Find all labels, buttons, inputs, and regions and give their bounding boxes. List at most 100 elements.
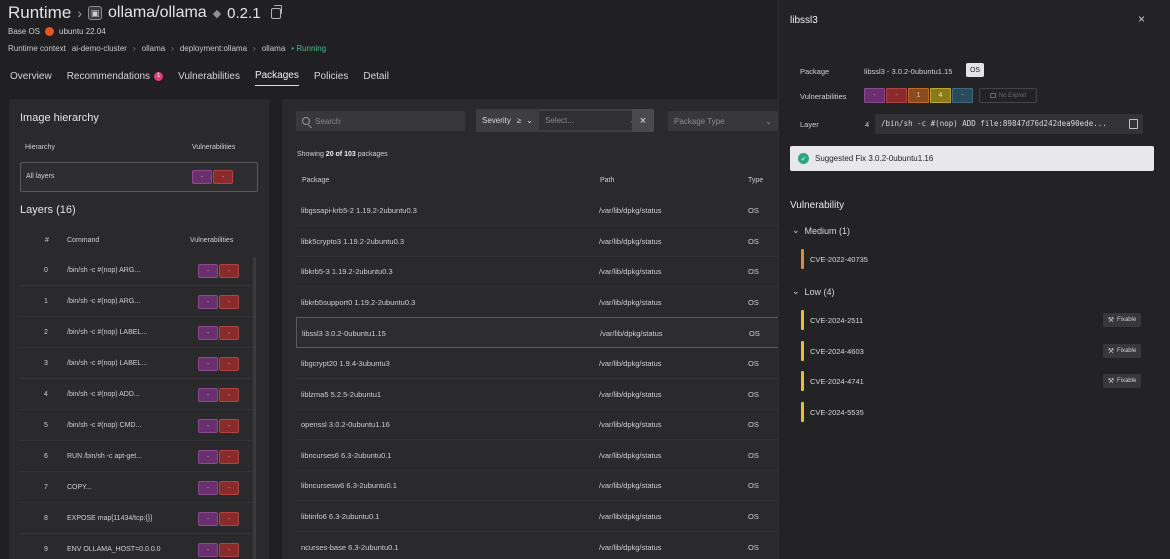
package-type: OS [748, 389, 759, 399]
layer-label: Layer [800, 120, 819, 129]
layer-row[interactable]: 9 ENV OLLAMA_HOST=0.0.0.0 - - [20, 535, 257, 559]
copy-icon[interactable] [270, 4, 282, 19]
low-group-toggle[interactable]: ⌄ Low (4) [792, 286, 835, 297]
fixable-text: Fixable [1116, 378, 1137, 384]
table-row[interactable]: libgcrypt20 1.9.4-3ubuntu3/var/lib/dpkg/… [296, 348, 780, 379]
tab-vulnerabilities[interactable]: Vulnerabilities [178, 70, 240, 86]
package-value: libssl3 - 3.0.2-0ubuntu1.15 [864, 67, 953, 76]
severity-bar [801, 401, 804, 422]
tab-overview[interactable]: Overview [10, 70, 52, 86]
all-layers-row[interactable]: All layers - - [20, 162, 258, 192]
cve-id: CVE-2024-4741 [810, 377, 864, 386]
high-count: - [219, 295, 239, 309]
low-count: 4 [930, 88, 951, 103]
context-item[interactable]: ollama [262, 44, 286, 53]
layer-row[interactable]: 3/bin/sh -c #(nop) LABEL... - - [20, 349, 257, 379]
package-type: OS [749, 329, 760, 339]
table-row[interactable]: libssl3 3.0.2-0ubuntu1.15/var/lib/dpkg/s… [296, 317, 780, 349]
tab-bar: Overview Recommendations 1 Vulnerabilitie… [10, 70, 404, 86]
showing-suffix: packages [355, 151, 388, 158]
layer-row[interactable]: 5/bin/sh -c #(nop) CMD... - - [20, 411, 257, 441]
high-count: - [886, 88, 907, 103]
table-row[interactable]: libncursesw6 6.3-2ubuntu0.1/var/lib/dpkg… [296, 470, 780, 502]
copy-icon[interactable] [1129, 119, 1138, 129]
high-count: - [219, 481, 239, 495]
base-os-label: Base OS [8, 27, 41, 36]
cve-row[interactable]: CVE-2022-40735 [801, 249, 1143, 269]
package-type-select[interactable]: Package Type ⌄ [668, 111, 778, 131]
fixable-text: Fixable [1116, 317, 1137, 323]
select-placeholder: Select... [545, 116, 574, 125]
package-type-badge: OS [966, 63, 984, 77]
package-path: /var/lib/dpkg/status [599, 359, 662, 368]
severity-select[interactable]: Select...⌄ [539, 111, 642, 130]
package-name: libk5crypto3 1.19.2-2ubuntu0.3 [301, 236, 404, 246]
context-item[interactable]: ollama [142, 44, 166, 53]
context-item[interactable]: ai-demo-cluster [72, 44, 127, 53]
layer-number: 5 [44, 422, 48, 429]
base-os-value: ubuntu 22.04 [59, 27, 106, 36]
table-row[interactable]: liblzma5 5.2.5-2ubuntu1/var/lib/dpkg/sta… [296, 379, 780, 410]
package-type: OS [748, 420, 759, 430]
package-label: Package [800, 67, 830, 76]
layer-row[interactable]: 2/bin/sh -c #(nop) LABEL... - - [20, 318, 257, 348]
layer-command: COPY... [67, 484, 92, 491]
runtime-context-breadcrumb: Runtime context ai-demo-cluster › ollama… [8, 44, 326, 53]
search-input[interactable] [315, 116, 455, 126]
tab-detail[interactable]: Detail [363, 70, 389, 86]
layer-row[interactable]: 0/bin/sh -c #(nop) ARG... - - [20, 256, 257, 286]
layer-row[interactable]: 4/bin/sh -c #(nop) ADD... - - [20, 380, 257, 410]
table-row[interactable]: libkrb5-3 1.19.2-2ubuntu0.3/var/lib/dpkg… [296, 256, 780, 288]
chevron-down-icon: ⌄ [792, 286, 800, 296]
operator-value: ≥ [516, 116, 522, 125]
tab-label: Recommendations [66, 70, 151, 82]
layer-row[interactable]: 1/bin/sh -c #(nop) ARG... - - [20, 287, 257, 317]
layer-row[interactable]: 6 RUN /bin/sh -c apt-get... - - [20, 442, 257, 472]
package-name: ncurses-base 6.3-2ubuntu0.1 [301, 542, 399, 552]
clear-filter-button[interactable]: × [632, 109, 654, 132]
tab-policies[interactable]: Policies [314, 70, 348, 86]
table-row[interactable]: libgssapi-krb5-2 1.19.2-2ubuntu0.3/var/l… [296, 195, 780, 226]
layer-number: 3 [44, 360, 48, 367]
close-button[interactable]: × [1138, 12, 1145, 26]
layer-row[interactable]: 7 COPY... - - [20, 473, 257, 503]
medium-group-toggle[interactable]: ⌄ Medium (1) [792, 225, 850, 236]
page-title: ollama/ollama [107, 4, 207, 21]
context-label: Runtime context [8, 44, 66, 53]
table-row[interactable]: libk5crypto3 1.19.2-2ubuntu0.3/var/lib/d… [296, 226, 780, 257]
table-row[interactable]: libncurses6 6.3-2ubuntu0.1/var/lib/dpkg/… [296, 440, 780, 471]
cve-row[interactable]: CVE-2024-2511 ⚒ Fixable [801, 310, 1143, 330]
status-badge: • Running [291, 44, 327, 53]
wrench-icon: ✓ [798, 153, 809, 164]
package-type: OS [748, 512, 759, 521]
tab-recommendations[interactable]: Recommendations 1 [66, 70, 164, 86]
package-name: liblzma5 5.2.5-2ubuntu1 [301, 389, 382, 399]
layer-row[interactable]: 8 EXPOSE map[11434/tcp:{}] - - [20, 504, 257, 534]
tab-packages[interactable]: Packages [254, 70, 299, 86]
fixable-badge: ⚒ Fixable [1103, 374, 1141, 388]
table-row[interactable]: libtinfo6 6.3-2ubuntu0.1/var/lib/dpkg/st… [296, 501, 780, 532]
package-path: /var/lib/dpkg/status [599, 297, 662, 307]
tab-label: Packages [254, 70, 299, 81]
context-item[interactable]: deployment:ollama [180, 44, 247, 53]
cve-row[interactable]: CVE-2024-5535 [801, 401, 1143, 422]
layer-number: 6 [44, 453, 48, 460]
showing-count: 20 of 103 [325, 151, 356, 158]
cve-row[interactable]: CVE-2024-4741 ⚒ Fixable [801, 371, 1143, 391]
scrollbar[interactable] [253, 257, 256, 559]
severity-operator[interactable]: ≥ ⌄ [517, 116, 539, 125]
layer-command: /bin/sh -c #(nop) LABEL... [67, 360, 148, 367]
chevron-down-icon: ⌄ [765, 116, 772, 126]
package-type: OS [748, 359, 759, 368]
vulnerability-summary: -- [198, 388, 239, 402]
table-row[interactable]: openssl 3.0.2-0ubuntu1.16/var/lib/dpkg/s… [296, 409, 780, 441]
package-path: /var/lib/dpkg/status [599, 512, 662, 521]
package-type: OS [748, 481, 759, 491]
layer-number: 1 [44, 298, 48, 305]
vulnerability-summary: -- [198, 450, 239, 464]
table-row[interactable]: libkrb5support0 1.19.2-2ubuntu0.3/var/li… [296, 287, 780, 318]
cve-row[interactable]: CVE-2024-4603 ⚒ Fixable [801, 340, 1143, 361]
layer-number: 0 [44, 267, 48, 274]
table-row[interactable]: ncurses-base 6.3-2ubuntu0.1/var/lib/dpkg… [296, 532, 780, 559]
breadcrumb-runtime[interactable]: Runtime [8, 3, 71, 23]
